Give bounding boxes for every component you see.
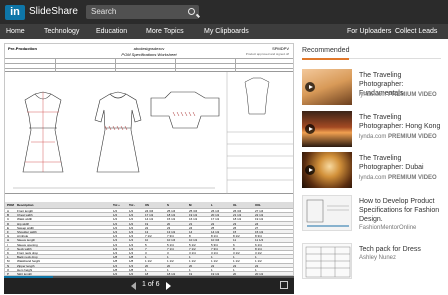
doc-code: SPMDPV — [272, 46, 289, 51]
next-slide-button[interactable] — [166, 282, 171, 290]
table-header-cell: Tol - — [129, 203, 136, 207]
doc-right-note: Product approved and signed off — [245, 52, 289, 56]
table-header-cell: S — [167, 203, 170, 207]
dress-sketches — [13, 72, 293, 194]
slide-thumbnail[interactable] — [302, 195, 352, 231]
recommended-source: Ashley Nunez — [359, 255, 397, 261]
recommended-title[interactable]: How to Develop Product Specifications fo… — [359, 197, 443, 224]
recommended-title[interactable]: The Traveling Photographer: Hong Kong — [359, 113, 443, 131]
video-thumbnail[interactable] — [302, 69, 352, 105]
slide-thumbnail[interactable] — [302, 243, 352, 279]
nav-item-education[interactable]: Education — [96, 24, 127, 39]
video-thumbnail[interactable] — [302, 152, 352, 188]
spec-thumbnail-graphic — [306, 199, 349, 227]
nav-item-more-topics[interactable]: More Topics — [146, 24, 184, 39]
play-icon[interactable] — [305, 165, 315, 175]
search-icon[interactable] — [188, 8, 195, 15]
recommended-heading: Recommended — [302, 47, 350, 54]
heading-accent — [302, 58, 349, 60]
table-header-cell: POM — [7, 203, 14, 207]
recommended-title[interactable]: The Traveling Photographer: Dubai — [359, 154, 443, 172]
progress-fill — [4, 276, 54, 278]
video-thumbnail[interactable] — [302, 111, 352, 147]
nav-item-for-uploaders[interactable]: For Uploaders — [347, 24, 391, 39]
recommended-title[interactable]: Tech pack for Dress — [359, 245, 443, 254]
recommended-item[interactable]: The Traveling Photographer: Fundamentals… — [302, 69, 442, 113]
recommended-source: FashionMentorOnline — [359, 225, 417, 231]
table-header-cell: XL — [233, 203, 237, 207]
slide-pager: 1 of 6 — [4, 276, 294, 294]
table-header-cell: XS — [145, 203, 150, 207]
doc-header: Pre-Production abcdesignsdexcv POM Speci… — [5, 44, 293, 72]
nav-item-home[interactable]: Home — [6, 24, 25, 39]
spec-table: POM Description Tol + Tol - XS S M L XL XXL A Front… — [5, 202, 293, 275]
play-icon[interactable] — [305, 124, 315, 134]
recommended-item[interactable]: The Traveling Photographer: Hong Kong ly… — [302, 111, 442, 155]
slide-viewer: Pre-Production abcdesignsdexcv POM Speci… — [0, 39, 296, 295]
top-bar: in SlideShare Search — [0, 0, 448, 24]
linkedin-logo[interactable]: in — [5, 5, 25, 20]
table-header-cell: L — [211, 203, 213, 207]
garment-sketch-area — [5, 72, 293, 194]
table-header-cell: Description — [17, 203, 34, 207]
table-header-cell: XXL — [255, 203, 261, 207]
table-header-row: POM Description Tol + Tol - XS S M L XL XXL — [5, 202, 293, 209]
nav-item-technology[interactable]: Technology — [44, 24, 79, 39]
recommended-source: lynda.com PREMIUM VIDEO — [359, 175, 437, 181]
tech-pack-thumbnail-graphic — [305, 246, 351, 278]
table-header-cell: Tol + — [113, 203, 120, 207]
recommended-item[interactable]: The Traveling Photographer: Dubai lynda.… — [302, 152, 442, 196]
recommended-sidebar: Recommended The Traveling Photographer: … — [296, 39, 448, 295]
doc-info-grid — [5, 58, 293, 72]
page-counter: 1 of 6 — [142, 281, 160, 288]
table-header-cell: M — [189, 203, 192, 207]
play-icon[interactable] — [305, 82, 315, 92]
nav-item-my-clipboards[interactable]: My Clipboards — [204, 24, 249, 39]
recommended-source: lynda.com PREMIUM VIDEO — [359, 92, 437, 98]
nav-bar: Home Technology Education More Topics My… — [0, 24, 448, 39]
previous-slide-button[interactable] — [131, 282, 136, 290]
slide-document: Pre-Production abcdesignsdexcv POM Speci… — [4, 43, 294, 276]
slideshare-brand[interactable]: SlideShare — [29, 6, 78, 17]
nav-item-collect-leads[interactable]: Collect Leads — [395, 24, 437, 39]
recommended-source: lynda.com PREMIUM VIDEO — [359, 134, 437, 140]
search-placeholder: Search — [91, 7, 117, 16]
fullscreen-icon[interactable] — [280, 281, 288, 289]
doc-subtitle-label: abcdesignsdexcv — [133, 46, 165, 51]
search-input[interactable]: Search — [86, 5, 199, 19]
recommended-item[interactable]: Tech pack for Dress Ashley Nunez — [302, 243, 442, 287]
recommended-item[interactable]: How to Develop Product Specifications fo… — [302, 195, 442, 239]
